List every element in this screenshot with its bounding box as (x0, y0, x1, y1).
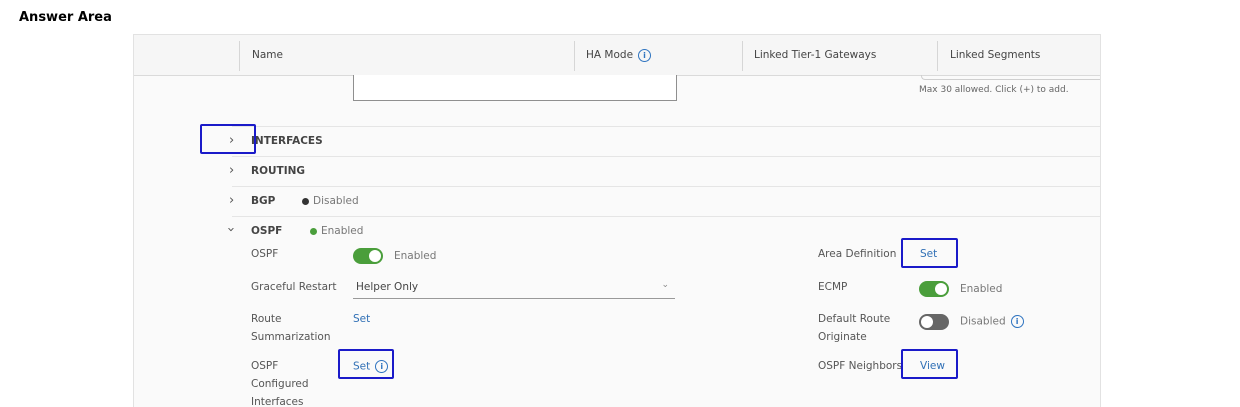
area-definition-label: Area Definition (818, 248, 897, 260)
graceful-restart-value: Helper Only (356, 281, 419, 293)
ospf-label: OSPF (251, 248, 279, 260)
ospf-configured-interfaces-label: OSPF Configured Interfaces (251, 360, 309, 407)
table-header: Name HA Mode i Linked Tier-1 Gateways Lin… (134, 35, 1100, 76)
ecmp-label: ECMP (818, 281, 848, 293)
column-separator (239, 41, 240, 71)
status-dot-icon (310, 227, 317, 235)
graceful-restart-label: Graceful Restart (251, 281, 337, 293)
column-header-ha-mode[interactable]: HA Mode i (586, 35, 652, 75)
column-separator (574, 41, 575, 71)
helper-text: Max 30 allowed. Click (+) to add. (919, 85, 1069, 95)
column-separator (937, 41, 938, 71)
bgp-status: Disabled (302, 195, 359, 207)
chevron-right-icon[interactable]: › (229, 193, 234, 208)
route-summarization-label: Route Summarization (251, 313, 331, 343)
ha-mode-label: HA Mode (586, 49, 634, 61)
section-routing[interactable]: ROUTING (251, 165, 305, 177)
chevron-down-icon[interactable]: › (223, 227, 238, 232)
info-icon[interactable]: i (1010, 315, 1024, 328)
column-header-name[interactable]: Name (252, 35, 283, 75)
default-route-toggle[interactable] (919, 314, 949, 330)
section-interfaces[interactable]: INTERFACES (251, 135, 323, 147)
chevron-down-icon: ⌄ (661, 280, 669, 290)
ospf-toggle-text: Enabled (394, 250, 437, 262)
info-icon[interactable]: i (638, 48, 652, 62)
graceful-restart-select[interactable]: Helper Only ⌄ (353, 278, 675, 299)
column-header-linked-tier1[interactable]: Linked Tier-1 Gateways (754, 35, 876, 75)
default-route-toggle-text: Disabled i (960, 315, 1024, 328)
highlight-box-configured-interfaces[interactable] (338, 349, 394, 379)
divider (232, 216, 1100, 217)
highlight-box-area-definition[interactable] (901, 238, 958, 268)
chevron-right-icon[interactable]: › (229, 163, 234, 178)
tag-input[interactable] (921, 75, 1100, 80)
highlight-box-interfaces[interactable] (200, 124, 256, 154)
highlight-box-ospf-neighbors[interactable] (901, 349, 958, 379)
route-summarization-set-link[interactable]: Set (353, 313, 370, 325)
ecmp-toggle-text: Enabled (960, 283, 1003, 295)
column-separator (742, 41, 743, 71)
answer-area-title: Answer Area (19, 10, 112, 25)
bgp-status-text: Disabled (313, 195, 359, 207)
section-ospf[interactable]: OSPF (251, 225, 282, 237)
divider (232, 156, 1100, 157)
ecmp-toggle[interactable] (919, 281, 949, 297)
divider (232, 126, 1100, 127)
ospf-neighbors-label: OSPF Neighbors (818, 360, 902, 372)
ospf-status: Enabled (310, 225, 363, 237)
status-dot-icon (302, 197, 309, 205)
default-route-text: Disabled (960, 315, 1006, 328)
column-header-linked-segments[interactable]: Linked Segments (950, 35, 1040, 75)
section-bgp[interactable]: BGP (251, 195, 275, 207)
ospf-status-text: Enabled (321, 225, 364, 237)
text-area[interactable] (353, 75, 677, 101)
divider (232, 186, 1100, 187)
ospf-toggle[interactable] (353, 248, 383, 264)
default-route-originate-label: Default Route Originate (818, 313, 891, 343)
